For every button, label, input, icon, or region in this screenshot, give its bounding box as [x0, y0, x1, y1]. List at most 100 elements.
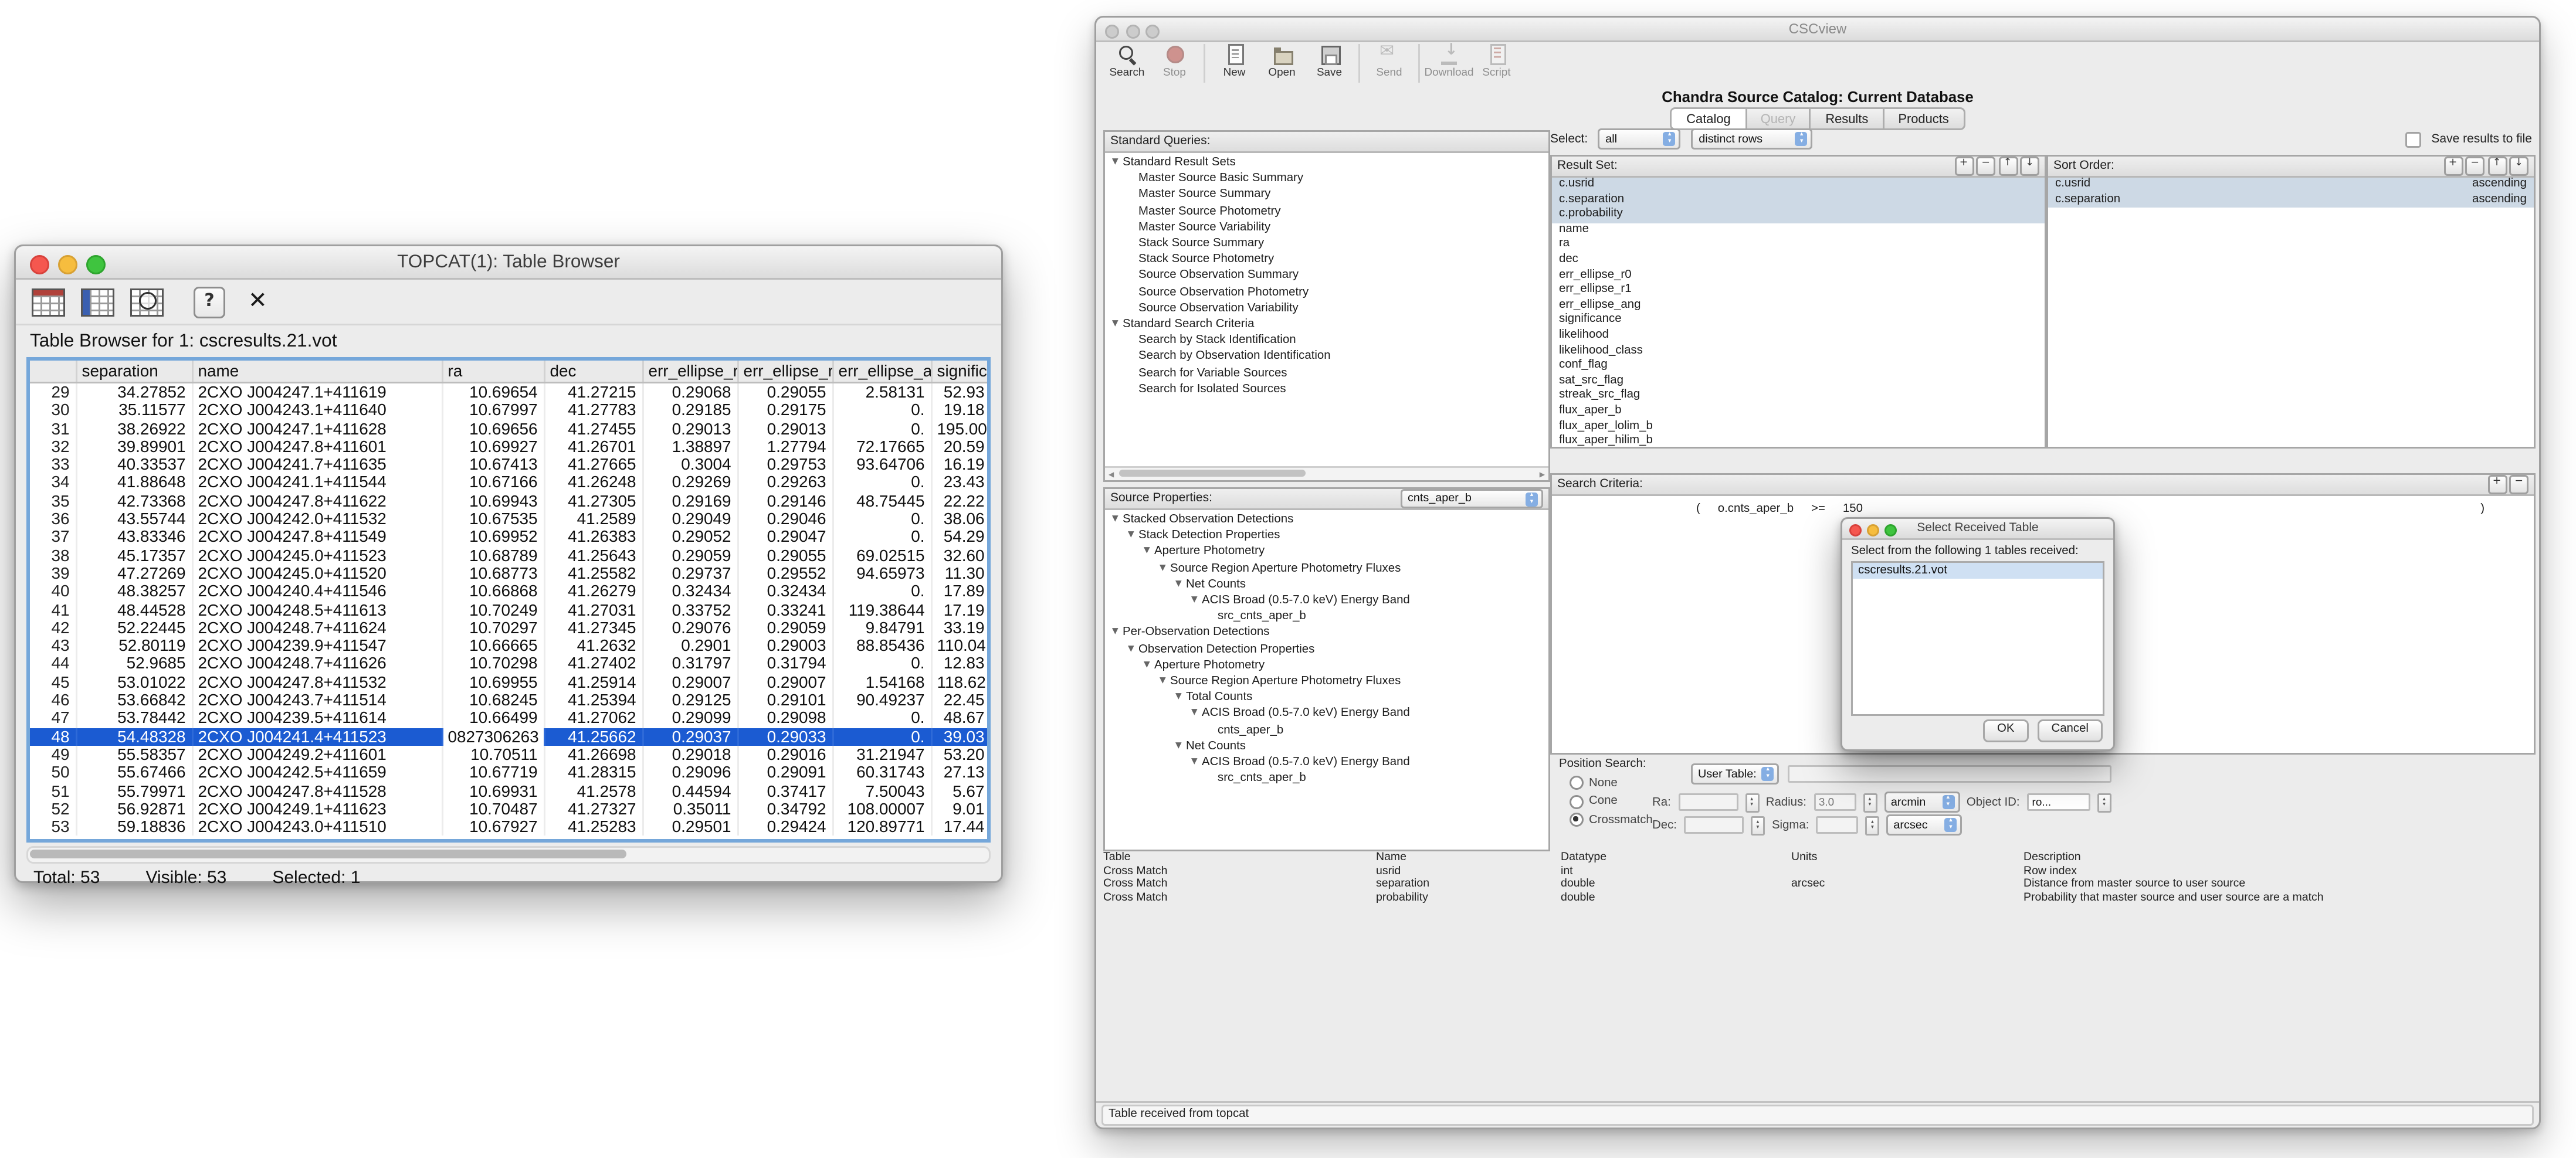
table-cell[interactable]: 2CXO J004249.1+411623	[192, 800, 442, 818]
table-cell[interactable]: 48.67	[931, 709, 991, 728]
table-cell[interactable]: 10.68773	[442, 565, 544, 583]
result-set-item[interactable]: flux_aper_hilim_b	[1552, 434, 2045, 449]
table-cell[interactable]: 41.25283	[544, 818, 642, 836]
table-cell[interactable]: 119.38644	[832, 601, 931, 619]
tree-item[interactable]: ▼Total Counts	[1105, 690, 1548, 707]
table-cell[interactable]: 53.78442	[76, 709, 192, 728]
table-cell[interactable]: 2CXO J004247.1+411619	[192, 383, 442, 402]
table-cell[interactable]: 23.43	[931, 474, 991, 492]
close-window-icon[interactable]	[1849, 524, 1862, 536]
object-id-field[interactable]: ro...	[2027, 793, 2090, 811]
expand-triangle-icon[interactable]: ▼	[1191, 706, 1202, 722]
table-cell[interactable]: 41.27031	[544, 601, 642, 619]
table-row[interactable]: 3743.833462CXO J004247.8+41154910.699524…	[30, 528, 991, 546]
criterion-value[interactable]: 150	[1843, 503, 1863, 515]
table-row[interactable]: 3947.272692CXO J004245.0+41152010.687734…	[30, 565, 991, 583]
table-cell[interactable]: 41.27215	[544, 383, 642, 402]
table-row[interactable]: 4252.224452CXO J004248.7+41162410.702974…	[30, 619, 991, 637]
table-cell[interactable]: 0.35011	[642, 800, 737, 818]
tab-results[interactable]: Results	[1809, 107, 1884, 130]
tree-item[interactable]: ▼src_cnts_aper_b	[1105, 609, 1548, 626]
table-cell[interactable]: 2CXO J004247.8+411532	[192, 673, 442, 691]
table-cell[interactable]: 93.64706	[832, 456, 931, 474]
table-cell[interactable]: 0.29263	[737, 474, 832, 492]
table-cell[interactable]: 110.04	[931, 637, 991, 655]
result-set-item[interactable]: streak_src_flag	[1552, 389, 2045, 405]
result-set-item[interactable]: dec	[1552, 253, 2045, 269]
expand-triangle-icon[interactable]: ▼	[1160, 561, 1170, 577]
table-cell[interactable]: 0.29052	[642, 528, 737, 546]
tree-item[interactable]: ▼ACIS Broad (0.5-7.0 keV) Energy Band	[1105, 706, 1548, 722]
table-cell[interactable]: 41.88648	[76, 474, 192, 492]
result-set-item[interactable]: likelihood_class	[1552, 344, 2045, 359]
expand-triangle-icon[interactable]: ▼	[1128, 641, 1138, 658]
column-header[interactable]: dec	[544, 361, 642, 383]
table-cell[interactable]: 94.65973	[832, 565, 931, 583]
table-row[interactable]: 4753.784422CXO J004239.5+41161410.664994…	[30, 709, 991, 728]
result-set-item[interactable]: significance	[1552, 314, 2045, 329]
result-set-item[interactable]: flux_aper_b	[1552, 405, 2045, 420]
table-cell[interactable]: 20.59	[931, 438, 991, 456]
table-cell[interactable]: 41.27402	[544, 655, 642, 673]
table-cell[interactable]: 10.69955	[442, 673, 544, 691]
move-down-button[interactable]: ↓	[2509, 157, 2528, 176]
table-cell[interactable]: 41.27345	[544, 619, 642, 637]
table-cell[interactable]: 17.19	[931, 601, 991, 619]
table-row[interactable]: 5055.674662CXO J004242.5+41165910.677194…	[30, 764, 991, 782]
table-cell[interactable]: 32.60	[931, 546, 991, 565]
table-row[interactable]: 3441.886482CXO J004241.1+41154410.671664…	[30, 474, 991, 492]
result-set-item[interactable]: c.usrid	[1552, 178, 2045, 193]
table-cell[interactable]: 0.29753	[737, 456, 832, 474]
select-mode-dropdown[interactable]: all	[1598, 128, 1681, 150]
table-cell[interactable]: 56.92871	[76, 800, 192, 818]
tree-item[interactable]: ▼Observation Detection Properties	[1105, 641, 1548, 658]
result-set-item[interactable]: c.separation	[1552, 193, 2045, 208]
tree-item[interactable]: ▼Source Observation Photometry	[1105, 284, 1548, 301]
table-cell[interactable]: 10.67719	[442, 764, 544, 782]
table-cell[interactable]: 2CXO J004239.9+411547	[192, 637, 442, 655]
table-row[interactable]: 3239.899012CXO J004247.8+41160110.699274…	[30, 438, 991, 456]
add-button[interactable]: +	[2487, 476, 2507, 494]
table-cell[interactable]: 10.69656	[442, 420, 544, 438]
table-cell[interactable]: 41.27783	[544, 402, 642, 420]
table-row[interactable]: 4553.010222CXO J004247.8+41153210.699554…	[30, 673, 991, 691]
result-set-item[interactable]: c.probability	[1552, 208, 2045, 223]
table-cell[interactable]: 0.29737	[642, 565, 737, 583]
table-cell[interactable]: 72.17665	[832, 438, 931, 456]
search-button[interactable]: Search	[1103, 42, 1151, 79]
table-cell[interactable]: 41.26383	[544, 528, 642, 546]
tree-item[interactable]: ▼ACIS Broad (0.5-7.0 keV) Energy Band	[1105, 593, 1548, 609]
table-cell[interactable]: 0.	[832, 402, 931, 420]
table-row[interactable]: 4048.382572CXO J004240.4+41154610.668684…	[30, 583, 991, 601]
table-cell[interactable]: 195.00	[931, 420, 991, 438]
radio-option-cone[interactable]: Cone	[1570, 794, 1653, 809]
tree-item[interactable]: ▼Source Observation Summary	[1105, 268, 1548, 284]
column-header[interactable]: err_ellipse_ang	[832, 361, 931, 383]
table-cell[interactable]: 42.73368	[76, 492, 192, 510]
table-cell[interactable]: 0.29059	[642, 546, 737, 565]
table-cell[interactable]: 2CXO J004239.5+411614	[192, 709, 442, 728]
table-cell[interactable]: 0.29016	[737, 746, 832, 764]
table-cell[interactable]: 53.66842	[76, 691, 192, 709]
user-table-field[interactable]	[1788, 765, 2112, 783]
radio-option-crossmatch[interactable]: Crossmatch	[1570, 813, 1653, 827]
expand-triangle-icon[interactable]: ▼	[1191, 755, 1202, 771]
save-button[interactable]: Save	[1306, 42, 1353, 79]
table-cell[interactable]: 0827306263	[442, 728, 544, 746]
table-cell[interactable]: 69.02515	[832, 546, 931, 565]
radio-icon[interactable]	[1570, 813, 1584, 827]
table-cell[interactable]: 0.29068	[642, 383, 737, 402]
tree-item[interactable]: ▼Stack Detection Properties	[1105, 528, 1548, 545]
table-cell[interactable]: 0.29101	[737, 691, 832, 709]
tree-item[interactable]: ▼Standard Result Sets	[1105, 155, 1548, 171]
table-cell[interactable]: 2CXO J004245.0+411523	[192, 546, 442, 565]
table-cell[interactable]: 10.70297	[442, 619, 544, 637]
table-cell[interactable]: 54.29	[931, 528, 991, 546]
tree-item[interactable]: ▼Source Region Aperture Photometry Fluxe…	[1105, 674, 1548, 690]
table-cell[interactable]: 0.	[832, 474, 931, 492]
table-cell[interactable]: 31.21947	[832, 746, 931, 764]
result-set-item[interactable]: err_ellipse_r0	[1552, 269, 2045, 284]
table-cell[interactable]: 10.69927	[442, 438, 544, 456]
result-set-item[interactable]: flux_aper_lolim_b	[1552, 420, 2045, 435]
table-row[interactable]: 5359.188362CXO J004243.0+41151010.679274…	[30, 818, 991, 836]
